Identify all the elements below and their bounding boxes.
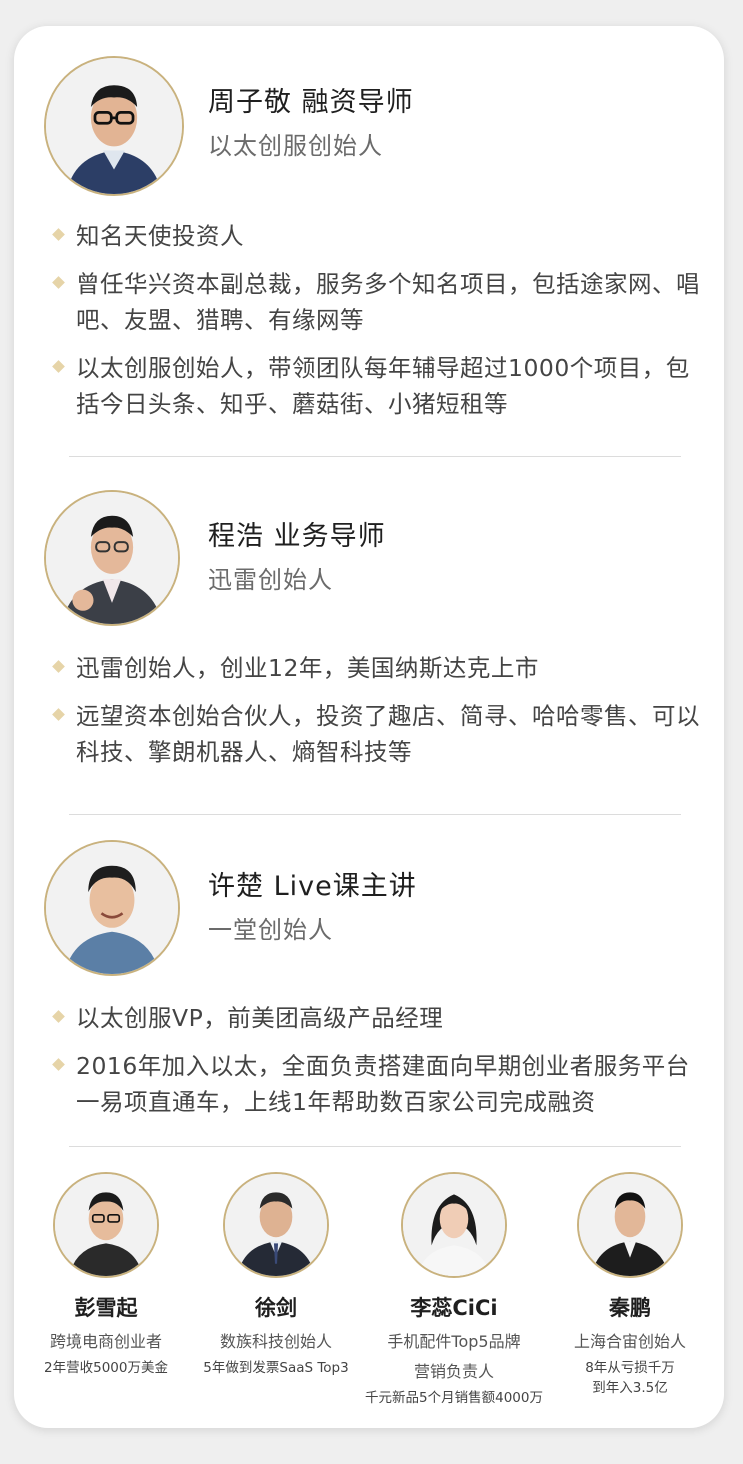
mentor-name: 程浩 业务导师: [208, 521, 386, 552]
avatar-li-rui-cici: [401, 1172, 507, 1278]
speaker-title: 上海合宙创始人: [573, 1332, 686, 1351]
mentor-bullets: 以太创服VP，前美团高级产品经理 2016年加入以太，全面负责搭建面向早期创业者…: [52, 1000, 702, 1132]
avatar-zhou-zijing: [44, 56, 184, 196]
mentor-title: 一堂创始人: [208, 916, 333, 944]
avatar-qin-peng: [577, 1172, 683, 1278]
diamond-bullet-icon: [52, 1058, 65, 1071]
mentor-name: 周子敬 融资导师: [208, 87, 414, 118]
mentor-bullets: 知名天使投资人 曾任华兴资本副总裁，服务多个知名项目，包括途家网、唱吧、友盟、猎…: [52, 218, 702, 434]
bullet-item: 远望资本创始合伙人，投资了趣店、简寻、哈哈零售、可以科技、擎朗机器人、熵智科技等: [52, 698, 702, 770]
diamond-bullet-icon: [52, 708, 65, 721]
speaker-title: 跨境电商创业者: [49, 1332, 162, 1351]
mentor-card: 周子敬 融资导师 以太创服创始人 知名天使投资人 曾任华兴资本副总裁，服务多个知…: [14, 26, 724, 1428]
speaker-title-line2: 营销负责人: [413, 1362, 494, 1381]
section-divider: [69, 456, 681, 457]
section-divider: [69, 1146, 681, 1147]
speaker-achievement: 2年营收5000万美金: [44, 1360, 168, 1376]
bullet-item: 知名天使投资人: [52, 218, 702, 254]
section-divider: [69, 814, 681, 815]
avatar-xu-jian: [223, 1172, 329, 1278]
speaker-name: 彭雪起: [74, 1296, 138, 1320]
bullet-item: 以太创服VP，前美团高级产品经理: [52, 1000, 702, 1036]
mentor-bullets: 迅雷创始人，创业12年，美国纳斯达克上市 远望资本创始合伙人，投资了趣店、简寻、…: [52, 650, 702, 782]
speaker-achievement: 8年从亏损千万: [585, 1360, 675, 1376]
speaker-title: 数族科技创始人: [219, 1332, 332, 1351]
diamond-bullet-icon: [52, 1010, 65, 1023]
bullet-item: 迅雷创始人，创业12年，美国纳斯达克上市: [52, 650, 702, 686]
avatar-cheng-hao: [44, 490, 180, 626]
speaker-achievement-line2: 到年入3.5亿: [592, 1380, 668, 1396]
speaker-peng-xueqi: 彭雪起 跨境电商创业者 2年营收5000万美金: [16, 1172, 196, 1378]
avatar-peng-xueqi: [53, 1172, 159, 1278]
speaker-name: 徐剑: [255, 1296, 297, 1320]
mentor-title: 以太创服创始人: [208, 132, 383, 160]
bullet-item: 以太创服创始人，带领团队每年辅导超过1000个项目，包括今日头条、知乎、蘑菇街、…: [52, 350, 702, 422]
speaker-name: 秦鹏: [609, 1296, 651, 1320]
speaker-name: 李蕊CiCi: [410, 1296, 498, 1320]
mentor-name: 许楚 Live课主讲: [208, 871, 417, 902]
bullet-item: 2016年加入以太，全面负责搭建面向早期创业者服务平台一易项直通车，上线1年帮助…: [52, 1048, 702, 1120]
speaker-li-rui-cici: 李蕊CiCi 手机配件Top5品牌 营销负责人 千元新品5个月销售额4000万: [364, 1172, 544, 1408]
diamond-bullet-icon: [52, 660, 65, 673]
speaker-achievement: 千元新品5个月销售额4000万: [365, 1390, 543, 1406]
speaker-qin-peng: 秦鹏 上海合宙创始人 8年从亏损千万 到年入3.5亿: [540, 1172, 720, 1398]
diamond-bullet-icon: [52, 360, 65, 373]
speaker-achievement: 5年做到发票SaaS Top3: [203, 1360, 349, 1376]
avatar-xu-chu: [44, 840, 180, 976]
speaker-title: 手机配件Top5品牌: [387, 1332, 521, 1351]
diamond-bullet-icon: [52, 276, 65, 289]
diamond-bullet-icon: [52, 228, 65, 241]
bullet-item: 曾任华兴资本副总裁，服务多个知名项目，包括途家网、唱吧、友盟、猎聘、有缘网等: [52, 266, 702, 338]
speaker-xu-jian: 徐剑 数族科技创始人 5年做到发票SaaS Top3: [186, 1172, 366, 1378]
mentor-title: 迅雷创始人: [208, 566, 333, 594]
